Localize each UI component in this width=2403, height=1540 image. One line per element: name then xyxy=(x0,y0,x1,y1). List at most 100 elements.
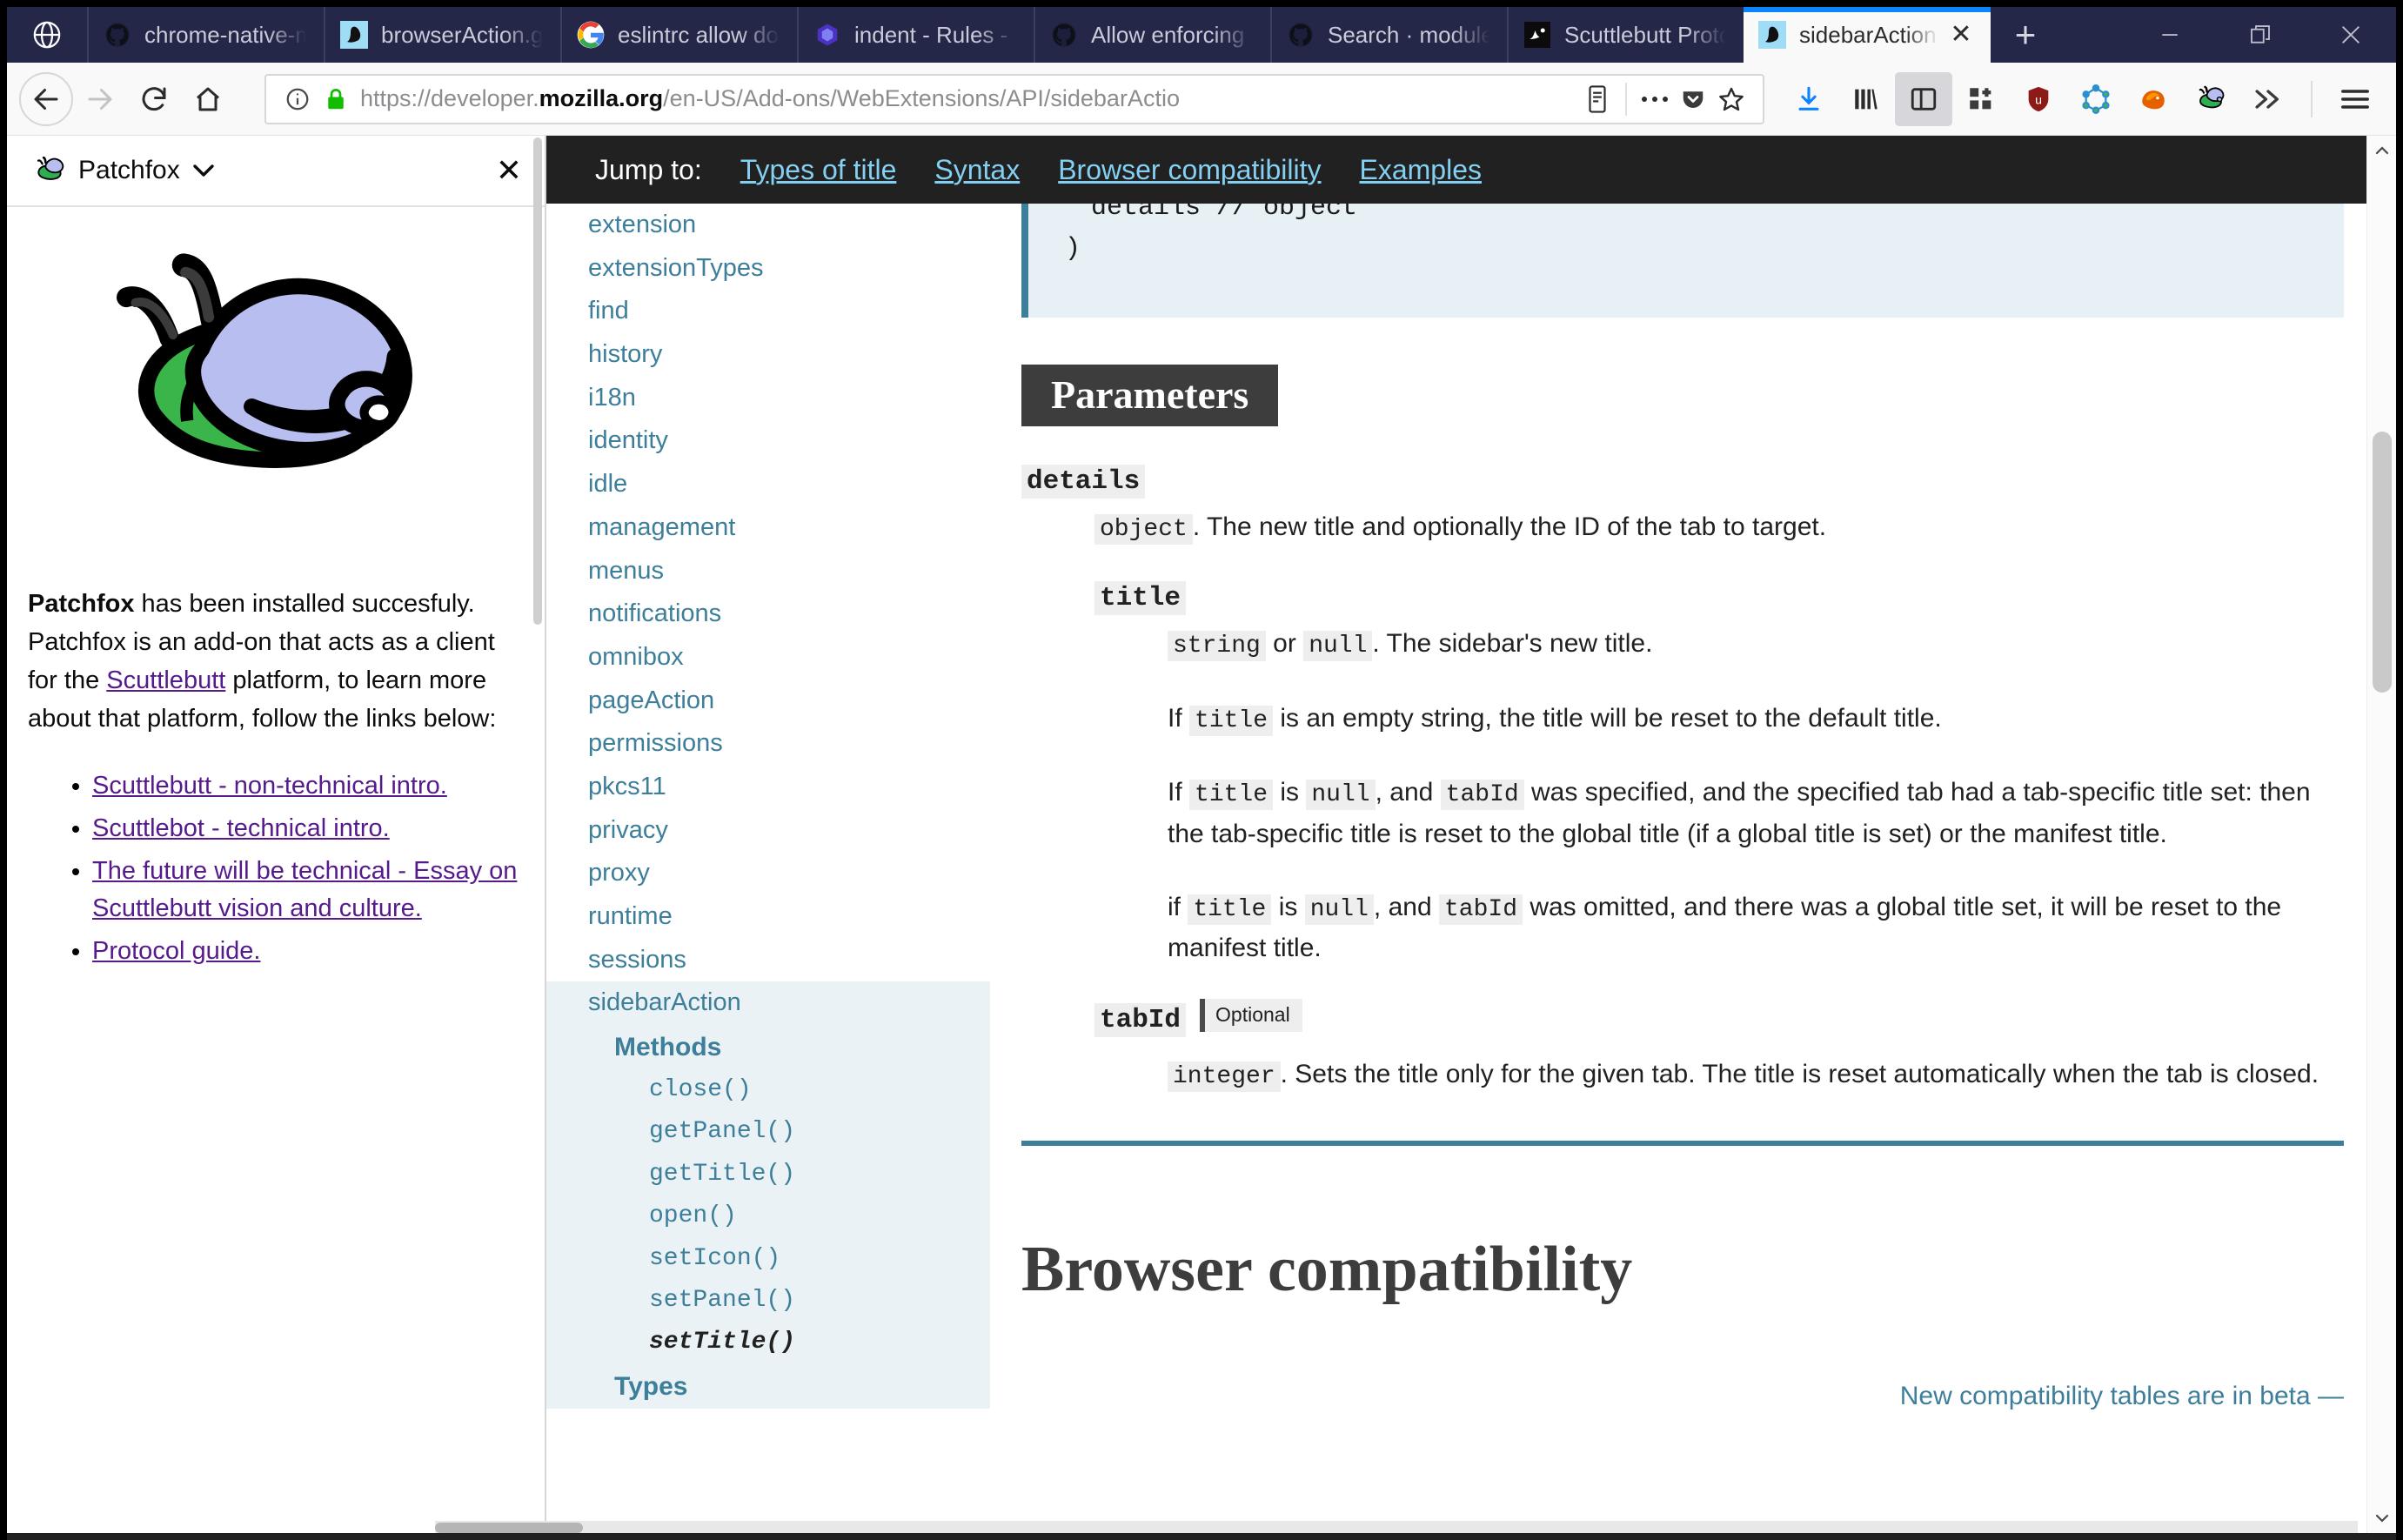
p2-post: is an empty string, the title will be re… xyxy=(1273,703,1942,733)
close-icon[interactable]: ✕ xyxy=(496,155,522,186)
sidebar-item-idle[interactable]: idle xyxy=(546,463,990,506)
jump-link-syntax[interactable]: Syntax xyxy=(934,154,1020,186)
tab-item-active[interactable]: sidebarAction.s ✕ xyxy=(1744,7,1991,63)
restore-button[interactable] xyxy=(2215,7,2306,63)
extension-sidebar: Patchfox ✕ Patchfox has been installed s… xyxy=(7,136,546,1533)
firefox-icon[interactable] xyxy=(2125,72,2182,126)
url-bar[interactable]: https://developer.mozilla.org/en-US/Add-… xyxy=(264,73,1764,124)
library-icon[interactable] xyxy=(1837,72,1895,126)
star-icon[interactable] xyxy=(1712,85,1750,113)
tab-title: Search · modules xyxy=(1328,21,1493,48)
scroll-down-arrow[interactable] xyxy=(2367,1503,2396,1533)
scroll-up-arrow[interactable] xyxy=(2367,136,2396,165)
sidebar-toggle-icon[interactable] xyxy=(1895,71,1952,126)
container-tabs-icon[interactable] xyxy=(1952,72,2010,126)
link-future-essay[interactable]: The future will be technical - Essay on … xyxy=(92,857,517,922)
scrollbar-thumb[interactable] xyxy=(2373,432,2392,693)
forward-button[interactable] xyxy=(73,72,127,126)
sidebar-item-menus[interactable]: menus xyxy=(546,550,990,593)
graphql-icon[interactable] xyxy=(2067,72,2125,126)
sidebar-item-pageaction[interactable]: pageAction xyxy=(546,680,990,723)
home-button[interactable] xyxy=(181,72,235,126)
sidebar-item-identity[interactable]: identity xyxy=(546,419,990,463)
ellipsis-icon[interactable] xyxy=(1636,93,1674,105)
sidebar-item-settitle-current[interactable]: setTitle() xyxy=(546,1322,990,1364)
scrollbar-thumb[interactable] xyxy=(435,1523,583,1533)
minimize-button[interactable] xyxy=(2125,7,2215,63)
close-icon[interactable]: ✕ xyxy=(1945,22,1977,48)
sidebar-item-sessions[interactable]: sessions xyxy=(546,939,990,982)
sidebar-item-omnibox[interactable]: omnibox xyxy=(546,636,990,680)
sidebar-item-sidebaraction[interactable]: sidebarAction xyxy=(546,981,990,1026)
scrollbar-thumb[interactable] xyxy=(533,137,542,625)
title-desc-2: If title is an empty string, the title w… xyxy=(1168,699,2344,740)
extension-sidebar-scrollbar[interactable] xyxy=(531,136,545,1533)
tab-item[interactable]: Scuttlebutt Protoc xyxy=(1507,7,1744,63)
url-text[interactable]: https://developer.mozilla.org/en-US/Add-… xyxy=(360,85,1578,112)
back-button[interactable] xyxy=(19,71,73,126)
sidebar-item-close[interactable]: close() xyxy=(546,1069,990,1112)
sidebar-item-notifications[interactable]: notifications xyxy=(546,593,990,636)
tab-item[interactable]: indent - Rules - ES xyxy=(797,7,1034,63)
sidebar-item-extension[interactable]: extension xyxy=(546,204,990,247)
code-tabid: tabId xyxy=(1440,780,1524,811)
sidebar-item-pkcs11[interactable]: pkcs11 xyxy=(546,766,990,809)
reload-button[interactable] xyxy=(127,72,181,126)
new-tab-button[interactable]: + xyxy=(1991,7,2060,63)
title-desc-1: string or null. The sidebar's new title. xyxy=(1168,624,2344,665)
info-circle-icon[interactable] xyxy=(278,86,317,112)
pocket-icon[interactable] xyxy=(1674,86,1712,112)
close-button[interactable] xyxy=(2306,7,2396,63)
sidebar-item-privacy[interactable]: privacy xyxy=(546,809,990,853)
patchfox-icon xyxy=(1757,20,1787,50)
sidebar-group-types[interactable]: Types xyxy=(546,1363,990,1409)
sidebar-item-permissions[interactable]: permissions xyxy=(546,722,990,766)
sidebar-item-find[interactable]: find xyxy=(546,290,990,333)
tab-item[interactable]: Search · modules xyxy=(1270,7,1507,63)
sidebar-item-open[interactable]: open() xyxy=(546,1195,990,1238)
tab-item[interactable]: eslintrc allow dou xyxy=(560,7,797,63)
sidebar-item-gettitle[interactable]: getTitle() xyxy=(546,1153,990,1196)
sidebar-item-extensiontypes[interactable]: extensionTypes xyxy=(546,247,990,291)
sidebar-item-history[interactable]: history xyxy=(546,333,990,377)
chevron-down-icon[interactable] xyxy=(192,163,215,178)
sidebar-group-methods[interactable]: Methods xyxy=(546,1025,990,1070)
code-tabid: tabId xyxy=(1438,894,1523,926)
param-name-details: details xyxy=(1021,465,1146,499)
link-scuttlebot-intro[interactable]: Scuttlebot - technical intro. xyxy=(92,814,390,842)
tab-item[interactable]: Allow enforcing si xyxy=(1034,7,1270,63)
sidebar-item-runtime[interactable]: runtime xyxy=(546,895,990,939)
firefox-view-button[interactable] xyxy=(7,7,87,63)
p2-pre: If xyxy=(1168,703,1190,733)
code-title: title xyxy=(1189,705,1274,736)
ublock-origin-icon[interactable]: u xyxy=(2010,72,2067,126)
tab-item[interactable]: browserAction.get xyxy=(324,7,560,63)
link-protocol-guide[interactable]: Protocol guide. xyxy=(92,937,260,965)
page-vertical-scrollbar[interactable] xyxy=(2366,136,2396,1533)
jump-link-examples[interactable]: Examples xyxy=(1360,154,1483,186)
sidebar-item-proxy[interactable]: proxy xyxy=(546,852,990,895)
tab-item[interactable]: chrome-native-me xyxy=(87,7,324,63)
sidebar-item-getpanel[interactable]: getPanel() xyxy=(546,1111,990,1154)
p4-mid2: , and xyxy=(1373,893,1439,922)
sidebar-item-setpanel[interactable]: setPanel() xyxy=(546,1280,990,1322)
jump-link-browser-compatibility[interactable]: Browser compatibility xyxy=(1058,154,1321,186)
tabid-desc-text: . Sets the title only for the given tab.… xyxy=(1280,1059,2319,1088)
code-null: null xyxy=(1304,894,1374,926)
scuttlebutt-link[interactable]: Scuttlebutt xyxy=(106,666,225,694)
sidebar-item-seticon[interactable]: setIcon() xyxy=(546,1237,990,1281)
sidebar-item-management[interactable]: management xyxy=(546,506,990,550)
jump-link-types-of-title[interactable]: Types of title xyxy=(740,154,897,186)
overflow-chevrons-icon[interactable] xyxy=(2239,72,2297,126)
sidebar-item-i18n[interactable]: i18n xyxy=(546,377,990,420)
downloads-icon[interactable] xyxy=(1780,72,1837,126)
patchfox-icon[interactable] xyxy=(2182,72,2239,126)
reader-view-icon[interactable] xyxy=(1578,84,1617,114)
padlock-icon[interactable] xyxy=(317,86,355,112)
toolbar-divider xyxy=(2311,80,2313,117)
code-line: ) xyxy=(1065,233,1081,264)
link-scuttlebutt-intro[interactable]: Scuttlebutt - non-technical intro. xyxy=(92,772,447,800)
param-body-tabid: integer. Sets the title only for the giv… xyxy=(1094,1055,2344,1095)
hamburger-menu-icon[interactable] xyxy=(2326,72,2384,126)
tab-title: chrome-native-me xyxy=(144,21,310,48)
